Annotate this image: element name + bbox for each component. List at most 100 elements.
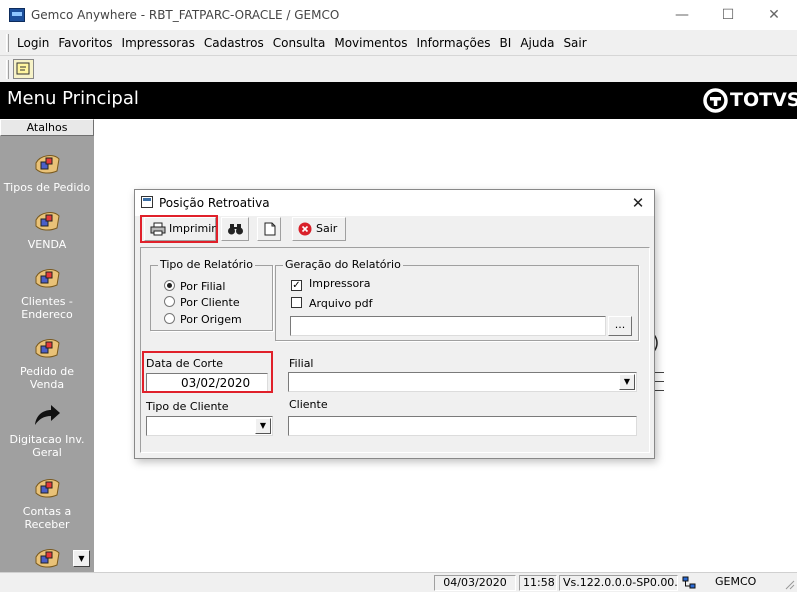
- report-generation-label: Geração do Relatório: [283, 258, 403, 271]
- menu-movimentos[interactable]: Movimentos: [334, 36, 407, 50]
- sidebar-scroll-down-button[interactable]: ▼: [73, 550, 90, 567]
- report-type-label: Tipo de Relatório: [158, 258, 255, 271]
- cutoff-date-highlight: [142, 351, 273, 393]
- exit-button[interactable]: Sair: [292, 217, 346, 241]
- network-icon: [682, 576, 696, 589]
- blank-page-icon: [264, 222, 276, 236]
- radio-por-origem[interactable]: Por Origem: [164, 313, 242, 326]
- checkbox-label: Arquivo pdf: [309, 297, 373, 310]
- shortcut-venda[interactable]: VENDA: [0, 206, 94, 251]
- shortcut-digitacao-inv-geral[interactable]: Digitacao Inv. Geral: [0, 401, 94, 459]
- radio-label: Por Origem: [180, 313, 242, 326]
- chevron-down-icon[interactable]: ▼: [255, 418, 271, 434]
- shortcut-label: Digitacao Inv.: [9, 433, 85, 446]
- exit-label: Sair: [316, 222, 338, 235]
- shortcut-contas-a-receber[interactable]: Contas a Receber: [0, 473, 94, 531]
- resize-grip-icon[interactable]: [784, 579, 795, 590]
- checkbox-impressora[interactable]: ✓ Impressora: [291, 277, 370, 291]
- radio-label: Por Filial: [180, 280, 226, 293]
- find-button[interactable]: [221, 217, 249, 241]
- menu-favoritos[interactable]: Favoritos: [58, 36, 112, 50]
- dialog-form-panel: Tipo de Relatório Por Filial Por Cliente…: [140, 247, 650, 453]
- shortcut-label: Contas a: [22, 505, 72, 518]
- minimize-button[interactable]: —: [659, 0, 705, 30]
- dialog-title-bar: Posição Retroativa ✕: [135, 190, 654, 216]
- dialog-title: Posição Retroativa: [159, 196, 270, 210]
- checkbox-label: Impressora: [309, 277, 371, 290]
- pdf-path-field[interactable]: [290, 316, 606, 336]
- customer-field[interactable]: [288, 416, 637, 436]
- radio-indicator: [164, 313, 175, 324]
- status-time: 11:58: [519, 575, 557, 591]
- new-document-button[interactable]: [257, 217, 281, 241]
- menu-ajuda[interactable]: Ajuda: [520, 36, 554, 50]
- shortcut-label: Venda: [29, 378, 65, 391]
- radio-selected-indicator: [164, 280, 175, 291]
- menu-bi[interactable]: BI: [500, 36, 512, 50]
- maximize-button[interactable]: ☐: [705, 0, 751, 30]
- status-date: 04/03/2020: [434, 575, 516, 591]
- menu-cadastros[interactable]: Cadastros: [204, 36, 264, 50]
- menu-bar-grip[interactable]: [6, 34, 9, 52]
- window-title-bar: Gemco Anywhere - RBT_FATPARC-ORACLE / GE…: [0, 0, 797, 30]
- toolbar-grip[interactable]: [6, 60, 9, 79]
- close-window-button[interactable]: ✕: [751, 0, 797, 30]
- shortcut-label: VENDA: [27, 238, 67, 251]
- dialog-icon: [141, 196, 153, 208]
- checkbox-arquivo-pdf[interactable]: Arquivo pdf: [291, 297, 372, 310]
- menu-login[interactable]: Login: [17, 36, 49, 50]
- shortcut-tipos-de-pedido[interactable]: Tipos de Pedido: [0, 149, 94, 194]
- hand-cube-icon: [35, 269, 60, 288]
- main-menu-header: Menu Principal TOTVS: [0, 82, 797, 119]
- exit-icon: [298, 222, 312, 236]
- menu-sair[interactable]: Sair: [563, 36, 586, 50]
- page-title: Menu Principal: [7, 88, 139, 109]
- hand-cube-icon: [35, 549, 60, 568]
- posicao-retroativa-dialog: Posição Retroativa ✕ Imprimir Sair Tipo …: [134, 189, 655, 459]
- curved-arrow-icon: [35, 405, 60, 425]
- shortcut-clientes-endereco[interactable]: Clientes - Endereco: [0, 263, 94, 321]
- hand-cube-icon: [35, 479, 60, 498]
- logo-text: TOTVS: [730, 89, 797, 111]
- branch-combo[interactable]: ▼: [288, 372, 637, 392]
- chevron-down-icon[interactable]: ▼: [619, 374, 635, 390]
- menu-bar: Login Favoritos Impressoras Cadastros Co…: [0, 30, 797, 56]
- hand-cube-icon: [35, 339, 60, 358]
- report-type-group: Tipo de Relatório Por Filial Por Cliente…: [150, 258, 273, 331]
- customer-type-combo[interactable]: ▼: [146, 416, 273, 436]
- checkbox-checked-indicator: ✓: [291, 280, 302, 291]
- customer-label: Cliente: [289, 398, 328, 411]
- status-version: Vs.122.0.0.0-SP0.00.10: [559, 575, 678, 591]
- menu-impressoras[interactable]: Impressoras: [122, 36, 195, 50]
- shortcut-label: Endereco: [21, 308, 73, 321]
- main-toolbar: [0, 57, 797, 82]
- report-generation-group: Geração do Relatório ✓ Impressora Arquivo…: [275, 258, 639, 341]
- shortcut-label: Clientes -: [21, 295, 73, 308]
- status-bar: 04/03/2020 11:58 Vs.122.0.0.0-SP0.00.10 …: [0, 572, 797, 592]
- hand-cube-icon: [35, 155, 60, 174]
- customer-type-label: Tipo de Cliente: [146, 400, 229, 413]
- branch-label: Filial: [289, 357, 314, 370]
- binoculars-icon: [228, 224, 243, 235]
- shortcut-pedido-de-venda[interactable]: Pedido de Venda: [0, 333, 94, 391]
- browse-button[interactable]: ...: [608, 316, 632, 336]
- window-title: Gemco Anywhere - RBT_FATPARC-ORACLE / GE…: [31, 8, 340, 22]
- shortcut-label: Tipos de Pedido: [3, 181, 91, 194]
- shortcut-tool-icon[interactable]: [13, 59, 34, 79]
- print-button-highlight: [140, 215, 218, 243]
- totvs-logo-icon: [703, 88, 728, 113]
- dialog-close-button[interactable]: ✕: [625, 192, 651, 214]
- status-company: GEMCO: [715, 575, 757, 588]
- menu-informacoes[interactable]: Informações: [416, 36, 490, 50]
- shortcuts-header[interactable]: Atalhos: [0, 119, 94, 136]
- menu-consulta[interactable]: Consulta: [273, 36, 326, 50]
- hand-cube-icon: [35, 212, 60, 231]
- radio-por-cliente[interactable]: Por Cliente: [164, 296, 240, 309]
- shortcuts-sidebar: Atalhos Tipos de Pedido VENDA Clientes -…: [0, 119, 94, 572]
- app-icon: [9, 8, 25, 22]
- shortcut-label: Geral: [32, 446, 62, 459]
- radio-label: Por Cliente: [180, 296, 240, 309]
- checkbox-indicator: [291, 297, 302, 308]
- shortcut-label: Pedido de: [19, 365, 74, 378]
- radio-por-filial[interactable]: Por Filial: [164, 280, 225, 293]
